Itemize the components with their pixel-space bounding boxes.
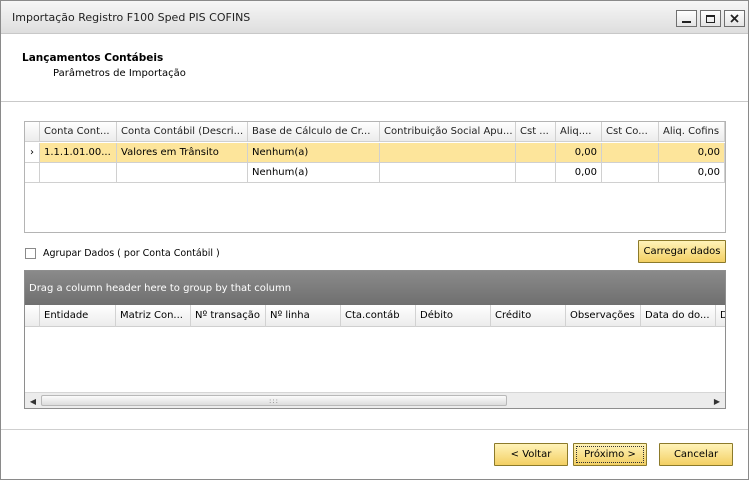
column-header[interactable]: Cta.contáb	[341, 305, 416, 327]
table-cell[interactable]	[602, 143, 659, 163]
table-cell[interactable]: Nenhum(a)	[248, 163, 380, 183]
title-bar[interactable]: Importação Registro F100 Sped PIS COFINS	[1, 1, 748, 34]
column-header[interactable]: Conta Contábil (Descri...	[117, 122, 248, 142]
row-indicator-header	[25, 305, 40, 327]
back-button[interactable]: < Voltar	[494, 443, 568, 466]
column-header[interactable]: Base de Cálculo de Cr...	[248, 122, 380, 142]
group-data-label: Agrupar Dados ( por Conta Contábil )	[43, 248, 220, 259]
column-header[interactable]: Aliq....	[556, 122, 602, 142]
row-indicator-icon: ›	[25, 143, 40, 163]
minimize-icon	[682, 20, 691, 23]
scrollbar-thumb[interactable]: :::	[41, 395, 507, 406]
table-cell[interactable]: 0,00	[659, 163, 725, 183]
close-icon	[730, 14, 739, 23]
column-header[interactable]: Conta Cont...	[40, 122, 117, 142]
column-header[interactable]: D	[716, 305, 725, 327]
window-title: Importação Registro F100 Sped PIS COFINS	[12, 11, 251, 24]
entries-grid-header: Entidade Matriz Con... Nº transação Nº l…	[25, 305, 725, 327]
column-header[interactable]: Débito	[416, 305, 491, 327]
column-header[interactable]: Cst Co...	[602, 122, 659, 142]
column-header[interactable]: Cst ...	[516, 122, 556, 142]
table-cell[interactable]: 0,00	[659, 143, 725, 163]
table-cell[interactable]: Valores em Trânsito	[117, 143, 248, 163]
table-cell[interactable]	[516, 163, 556, 183]
table-cell[interactable]: 0,00	[556, 143, 602, 163]
next-button[interactable]: Próximo >	[573, 443, 647, 466]
row-indicator-header	[25, 122, 40, 142]
table-cell[interactable]	[40, 163, 117, 183]
column-header[interactable]: Contribuição Social Apu...	[380, 122, 516, 142]
scroll-right-icon[interactable]: ▶	[709, 393, 725, 408]
page-subtitle: Parâmetros de Importação	[53, 68, 186, 79]
accounts-grid: Conta Cont... Conta Contábil (Descri... …	[24, 121, 726, 233]
page-title: Lançamentos Contábeis	[22, 52, 164, 64]
thumb-grip-icon: :::	[268, 396, 280, 405]
minimize-button[interactable]	[676, 10, 697, 27]
footer-divider	[1, 429, 748, 430]
table-cell[interactable]	[602, 163, 659, 183]
group-by-hint: Drag a column header here to group by th…	[29, 283, 292, 294]
horizontal-scrollbar[interactable]: ◀ ::: ▶	[25, 392, 725, 408]
column-header[interactable]: Aliq. Cofins	[659, 122, 725, 142]
table-cell[interactable]	[380, 143, 516, 163]
scroll-left-icon[interactable]: ◀	[25, 393, 41, 408]
group-data-checkbox[interactable]	[25, 248, 36, 259]
table-row[interactable]: Nenhum(a) 0,00 0,00	[25, 163, 725, 183]
cancel-button[interactable]: Cancelar	[659, 443, 733, 466]
column-header[interactable]: Nº transação	[191, 305, 266, 327]
table-cell[interactable]: 0,00	[556, 163, 602, 183]
load-data-button[interactable]: Carregar dados	[638, 240, 726, 263]
column-header[interactable]: Data do do...	[641, 305, 716, 327]
group-by-panel[interactable]: Drag a column header here to group by th…	[25, 271, 725, 305]
entries-grid: Drag a column header here to group by th…	[24, 270, 726, 409]
table-cell[interactable]: 1.1.1.01.00...	[40, 143, 117, 163]
close-button[interactable]	[724, 10, 745, 27]
table-cell[interactable]	[380, 163, 516, 183]
table-cell[interactable]	[516, 143, 556, 163]
table-cell[interactable]: Nenhum(a)	[248, 143, 380, 163]
table-row[interactable]: › 1.1.1.01.00... Valores em Trânsito Nen…	[25, 143, 725, 163]
accounts-grid-header: Conta Cont... Conta Contábil (Descri... …	[25, 122, 725, 142]
row-indicator	[25, 163, 40, 183]
maximize-button[interactable]	[700, 10, 721, 27]
wizard-header: Lançamentos Contábeis Parâmetros de Impo…	[1, 35, 748, 102]
table-cell[interactable]	[117, 163, 248, 183]
column-header[interactable]: Crédito	[491, 305, 566, 327]
column-header[interactable]: Entidade	[40, 305, 116, 327]
import-window: Importação Registro F100 Sped PIS COFINS…	[0, 0, 749, 480]
column-header[interactable]: Nº linha	[266, 305, 341, 327]
column-header[interactable]: Matriz Con...	[116, 305, 191, 327]
column-header[interactable]: Observações	[566, 305, 641, 327]
maximize-icon	[706, 14, 715, 23]
